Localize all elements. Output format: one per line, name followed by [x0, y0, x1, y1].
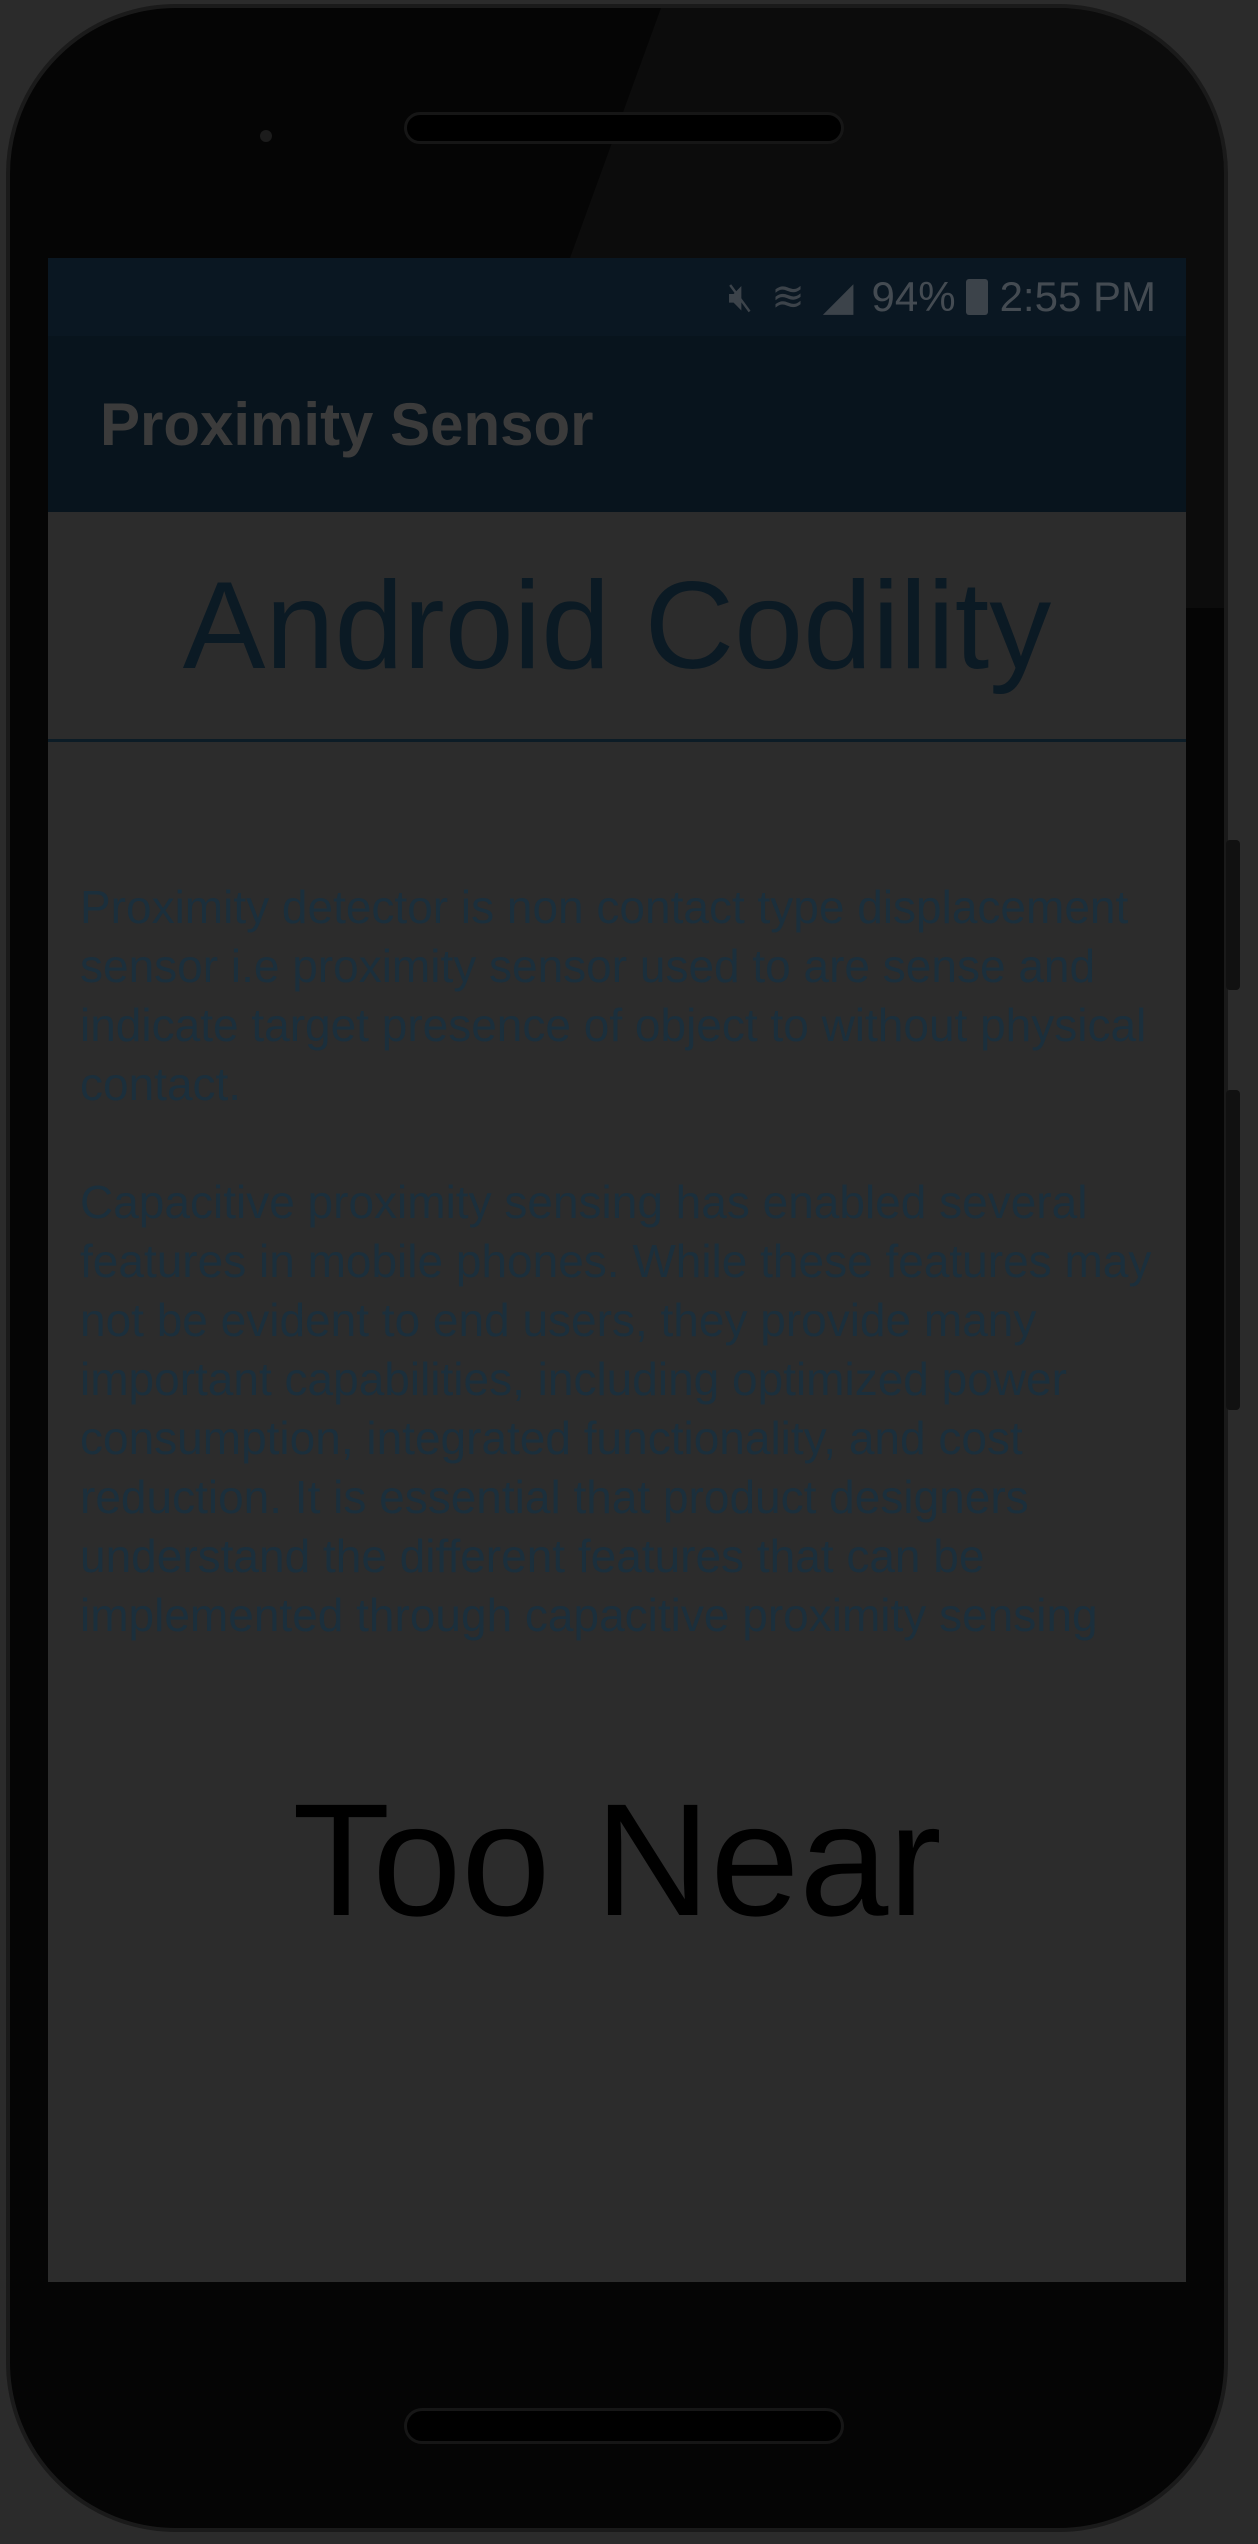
battery-percent: 94% [871, 273, 956, 320]
power-button [1226, 840, 1240, 990]
clock: 2:55 PM [999, 273, 1156, 320]
description-paragraph-2: Capacitive proximity sensing has enabled… [80, 1176, 1152, 1641]
top-speaker-grille [404, 112, 844, 144]
wifi-icon: ≋ [771, 275, 805, 319]
app-bar: Proximity Sensor [48, 336, 1186, 512]
signal-icon: ◢ [822, 275, 854, 319]
sensor-status-text: Too Near [292, 1770, 942, 1949]
status-bar: 🔇︎ ≋ ◢ 94% 2:55 PM [48, 258, 1186, 336]
header-block: Android Codility [48, 512, 1186, 742]
description-paragraph-1: Proximity detector is non contact type d… [80, 881, 1147, 1110]
page-title: Android Codility [182, 556, 1052, 695]
description-content: Proximity detector is non contact type d… [80, 878, 1160, 1704]
mute-icon: 🔇︎ [728, 274, 754, 319]
app-title: Proximity Sensor [100, 390, 594, 458]
battery-charging-icon [965, 279, 988, 315]
front-camera [260, 130, 272, 142]
bottom-speaker-grille [404, 2408, 844, 2444]
volume-button [1226, 1090, 1240, 1410]
app-screen: 🔇︎ ≋ ◢ 94% 2:55 PM Proximity Sensor Andr… [48, 258, 1186, 2282]
